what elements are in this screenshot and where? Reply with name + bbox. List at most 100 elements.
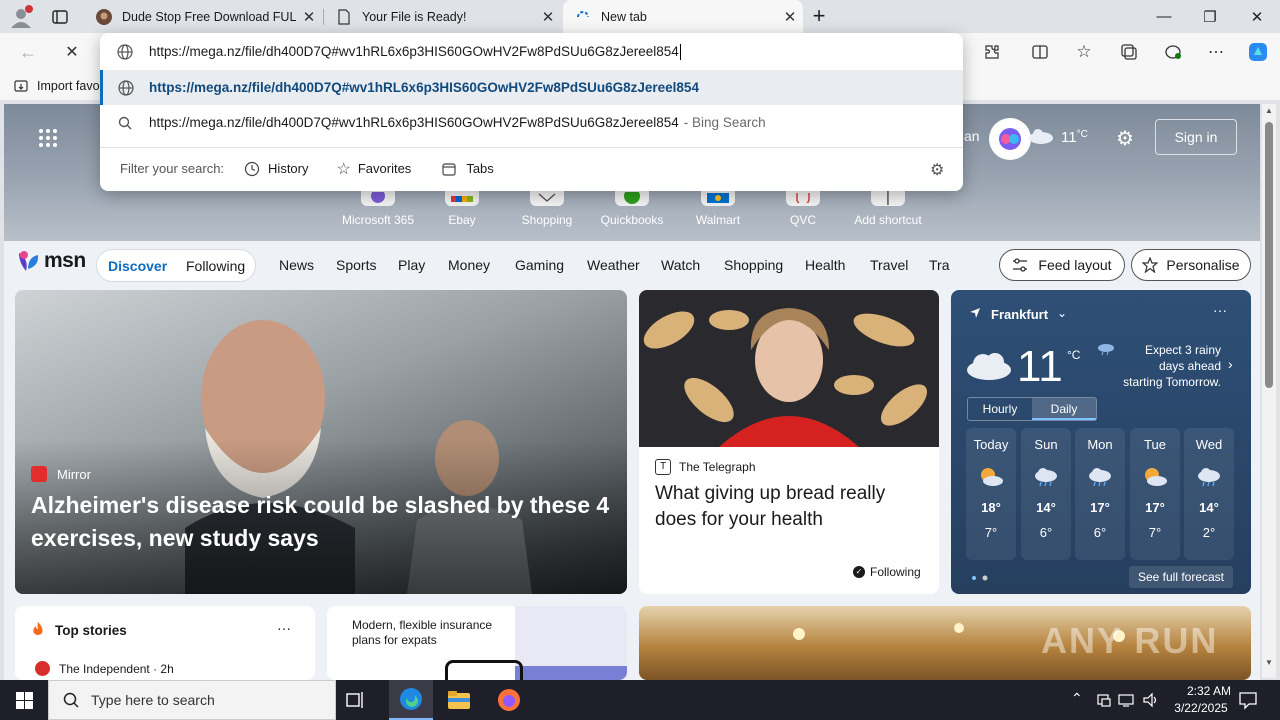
taskbar-search-placeholder: Type here to search — [91, 692, 215, 708]
forecast-pagination[interactable] — [971, 575, 991, 581]
search-suggestion-text: https://mega.nz/file/dh400D7Q#wv1hRL6x6p… — [149, 115, 679, 130]
nav-money[interactable]: Money — [448, 257, 490, 273]
tab-your-file-ready[interactable]: Your File is Ready! ✕ — [324, 0, 561, 33]
restore-button[interactable]: ❐ — [1187, 0, 1233, 33]
top-stories-card: Top stories ··· The Independent · 2h — [15, 606, 315, 680]
nav-health[interactable]: Health — [805, 257, 845, 273]
nav-gaming[interactable]: Gaming — [515, 257, 564, 273]
shortcut-label: Microsoft 365 — [341, 213, 415, 227]
copilot-icon[interactable] — [1243, 39, 1273, 65]
tab-new-tab[interactable]: New tab ✕ — [563, 0, 803, 33]
address-input[interactable]: https://mega.nz/file/dh400D7Q#wv1hRL6x6p… — [149, 44, 679, 59]
telegraph-source-name: The Telegraph — [679, 460, 756, 474]
bottom-right-story-card[interactable]: ANY RUN — [639, 606, 1251, 680]
search-suggestion-row[interactable]: https://mega.nz/file/dh400D7Q#wv1hRL6x6p… — [100, 105, 963, 140]
following-badge[interactable]: ✓ Following — [853, 565, 921, 579]
notifications-icon[interactable] — [1238, 690, 1258, 710]
cloud-icon — [965, 348, 1013, 380]
tab-dude-stop[interactable]: Dude Stop Free Download FULL V ✕ — [84, 0, 322, 33]
volume-icon[interactable] — [1142, 691, 1160, 709]
taskbar-search-box[interactable]: Type here to search — [48, 680, 336, 720]
new-tab-button[interactable]: + — [806, 4, 832, 30]
telegraph-story-card[interactable]: T The Telegraph What giving up bread rea… — [639, 290, 939, 594]
tab-hourly[interactable]: Hourly — [968, 398, 1032, 420]
profile-avatar[interactable] — [8, 4, 34, 30]
nav-travel[interactable]: Travel — [870, 257, 908, 273]
minimize-button[interactable]: — — [1141, 0, 1187, 33]
top-stories-more-icon[interactable]: ··· — [277, 620, 291, 636]
tab-daily[interactable]: Daily — [1032, 398, 1096, 420]
filter-history[interactable]: History — [244, 161, 309, 177]
forecast-day-today[interactable]: Today 18° 7° — [966, 428, 1016, 560]
nav-watch[interactable]: Watch — [661, 257, 700, 273]
chevron-down-icon[interactable]: ⌄ — [1057, 306, 1067, 320]
nav-weather[interactable]: Weather — [587, 257, 640, 273]
collections-icon[interactable] — [1114, 39, 1144, 65]
firefox-icon[interactable] — [497, 688, 521, 712]
scroll-down-arrow-icon[interactable]: ▼ — [1265, 658, 1273, 667]
weather-more-icon[interactable]: ··· — [1213, 302, 1227, 318]
more-options-icon[interactable]: ⋯ — [1201, 39, 1231, 65]
sign-in-button[interactable]: Sign in — [1155, 119, 1237, 155]
show-hidden-icons[interactable]: ⌃ — [1071, 690, 1083, 707]
mirror-logo-icon — [31, 466, 47, 482]
tab-actions-icon[interactable] — [50, 7, 70, 27]
network-icon[interactable] — [1096, 692, 1112, 708]
address-input-row[interactable]: https://mega.nz/file/dh400D7Q#wv1hRL6x6p… — [100, 33, 963, 70]
msn-logo[interactable]: msn — [16, 249, 86, 273]
page-scrollbar[interactable]: ▲ ▼ — [1262, 104, 1276, 678]
extensions-icon[interactable] — [977, 39, 1007, 65]
page-settings-icon[interactable]: ⚙ — [1116, 126, 1134, 151]
scrollbar-thumb[interactable] — [1265, 122, 1273, 388]
stop-loading-button[interactable]: ✕ — [57, 39, 87, 65]
scroll-up-arrow-icon[interactable]: ▲ — [1265, 106, 1273, 115]
weather-alert[interactable]: Expect 3 rainy days ahead starting Tomor… — [1117, 342, 1221, 390]
forecast-day-mon[interactable]: Mon 17° 6° — [1075, 428, 1125, 560]
filter-favorites[interactable]: ☆ Favorites — [337, 159, 412, 179]
forecast-day-wed[interactable]: Wed 14° 2° — [1184, 428, 1234, 560]
clock-date[interactable]: 3/22/2025 — [1164, 701, 1238, 715]
nav-play[interactable]: Play — [398, 257, 425, 273]
file-explorer-icon[interactable] — [447, 690, 471, 710]
ad-text[interactable]: Modern, flexible insurance plans for exp… — [352, 618, 502, 648]
telegraph-headline[interactable]: What giving up bread really does for you… — [655, 481, 925, 533]
browser-essentials-icon[interactable] — [1158, 39, 1188, 65]
nav-more[interactable]: Tra — [929, 257, 951, 273]
main-story-card[interactable]: Mirror Alzheimer's disease risk could be… — [15, 290, 627, 594]
url-suggestion-row[interactable]: https://mega.nz/file/dh400D7Q#wv1hRL6x6p… — [100, 70, 963, 105]
forecast-day-name: Wed — [1195, 437, 1223, 452]
chevron-right-icon[interactable]: › — [1228, 356, 1233, 372]
close-tab-icon[interactable]: ✕ — [535, 4, 561, 30]
start-button[interactable] — [0, 680, 48, 720]
nav-sports[interactable]: Sports — [336, 257, 376, 273]
task-view-icon[interactable] — [345, 690, 373, 710]
copilot-hero-icon[interactable] — [989, 118, 1031, 160]
close-tab-icon[interactable]: ✕ — [296, 4, 322, 30]
nav-news[interactable]: News — [279, 257, 314, 273]
feed-layout-button[interactable]: Feed layout — [999, 249, 1125, 281]
back-button[interactable]: ← — [13, 39, 43, 65]
search-settings-icon[interactable]: ⚙ — [930, 160, 944, 180]
close-window-button[interactable]: ✕ — [1234, 0, 1280, 33]
rain-cloud-icon — [1196, 466, 1222, 488]
edge-taskbar-icon[interactable] — [389, 680, 433, 720]
close-tab-icon[interactable]: ✕ — [777, 4, 803, 30]
see-full-forecast-button[interactable]: See full forecast — [1129, 566, 1233, 588]
import-favorites-button[interactable]: Import favo — [13, 77, 100, 95]
main-story-source-name: Mirror — [57, 466, 91, 482]
forecast-day-sun[interactable]: Sun 14° 6° — [1021, 428, 1071, 560]
ethernet-icon[interactable] — [1118, 692, 1136, 708]
weather-location[interactable]: Frankfurt — [991, 307, 1048, 322]
tab-following[interactable]: Following — [186, 258, 245, 274]
main-story-headline[interactable]: Alzheimer's disease risk could be slashe… — [31, 489, 611, 555]
filter-tabs[interactable]: Tabs — [441, 161, 494, 177]
personalise-button[interactable]: Personalise — [1131, 249, 1251, 281]
clock-time[interactable]: 2:32 AM — [1172, 684, 1246, 698]
apps-grid-icon[interactable] — [38, 128, 58, 148]
tab-discover[interactable]: Discover — [108, 258, 167, 274]
forecast-day-tue[interactable]: Tue 17° 7° — [1130, 428, 1180, 560]
favorites-icon[interactable]: ☆ — [1069, 39, 1099, 65]
split-screen-icon[interactable] — [1025, 39, 1055, 65]
ad-card[interactable]: Modern, flexible insurance plans for exp… — [327, 606, 627, 680]
nav-shopping[interactable]: Shopping — [724, 257, 783, 273]
